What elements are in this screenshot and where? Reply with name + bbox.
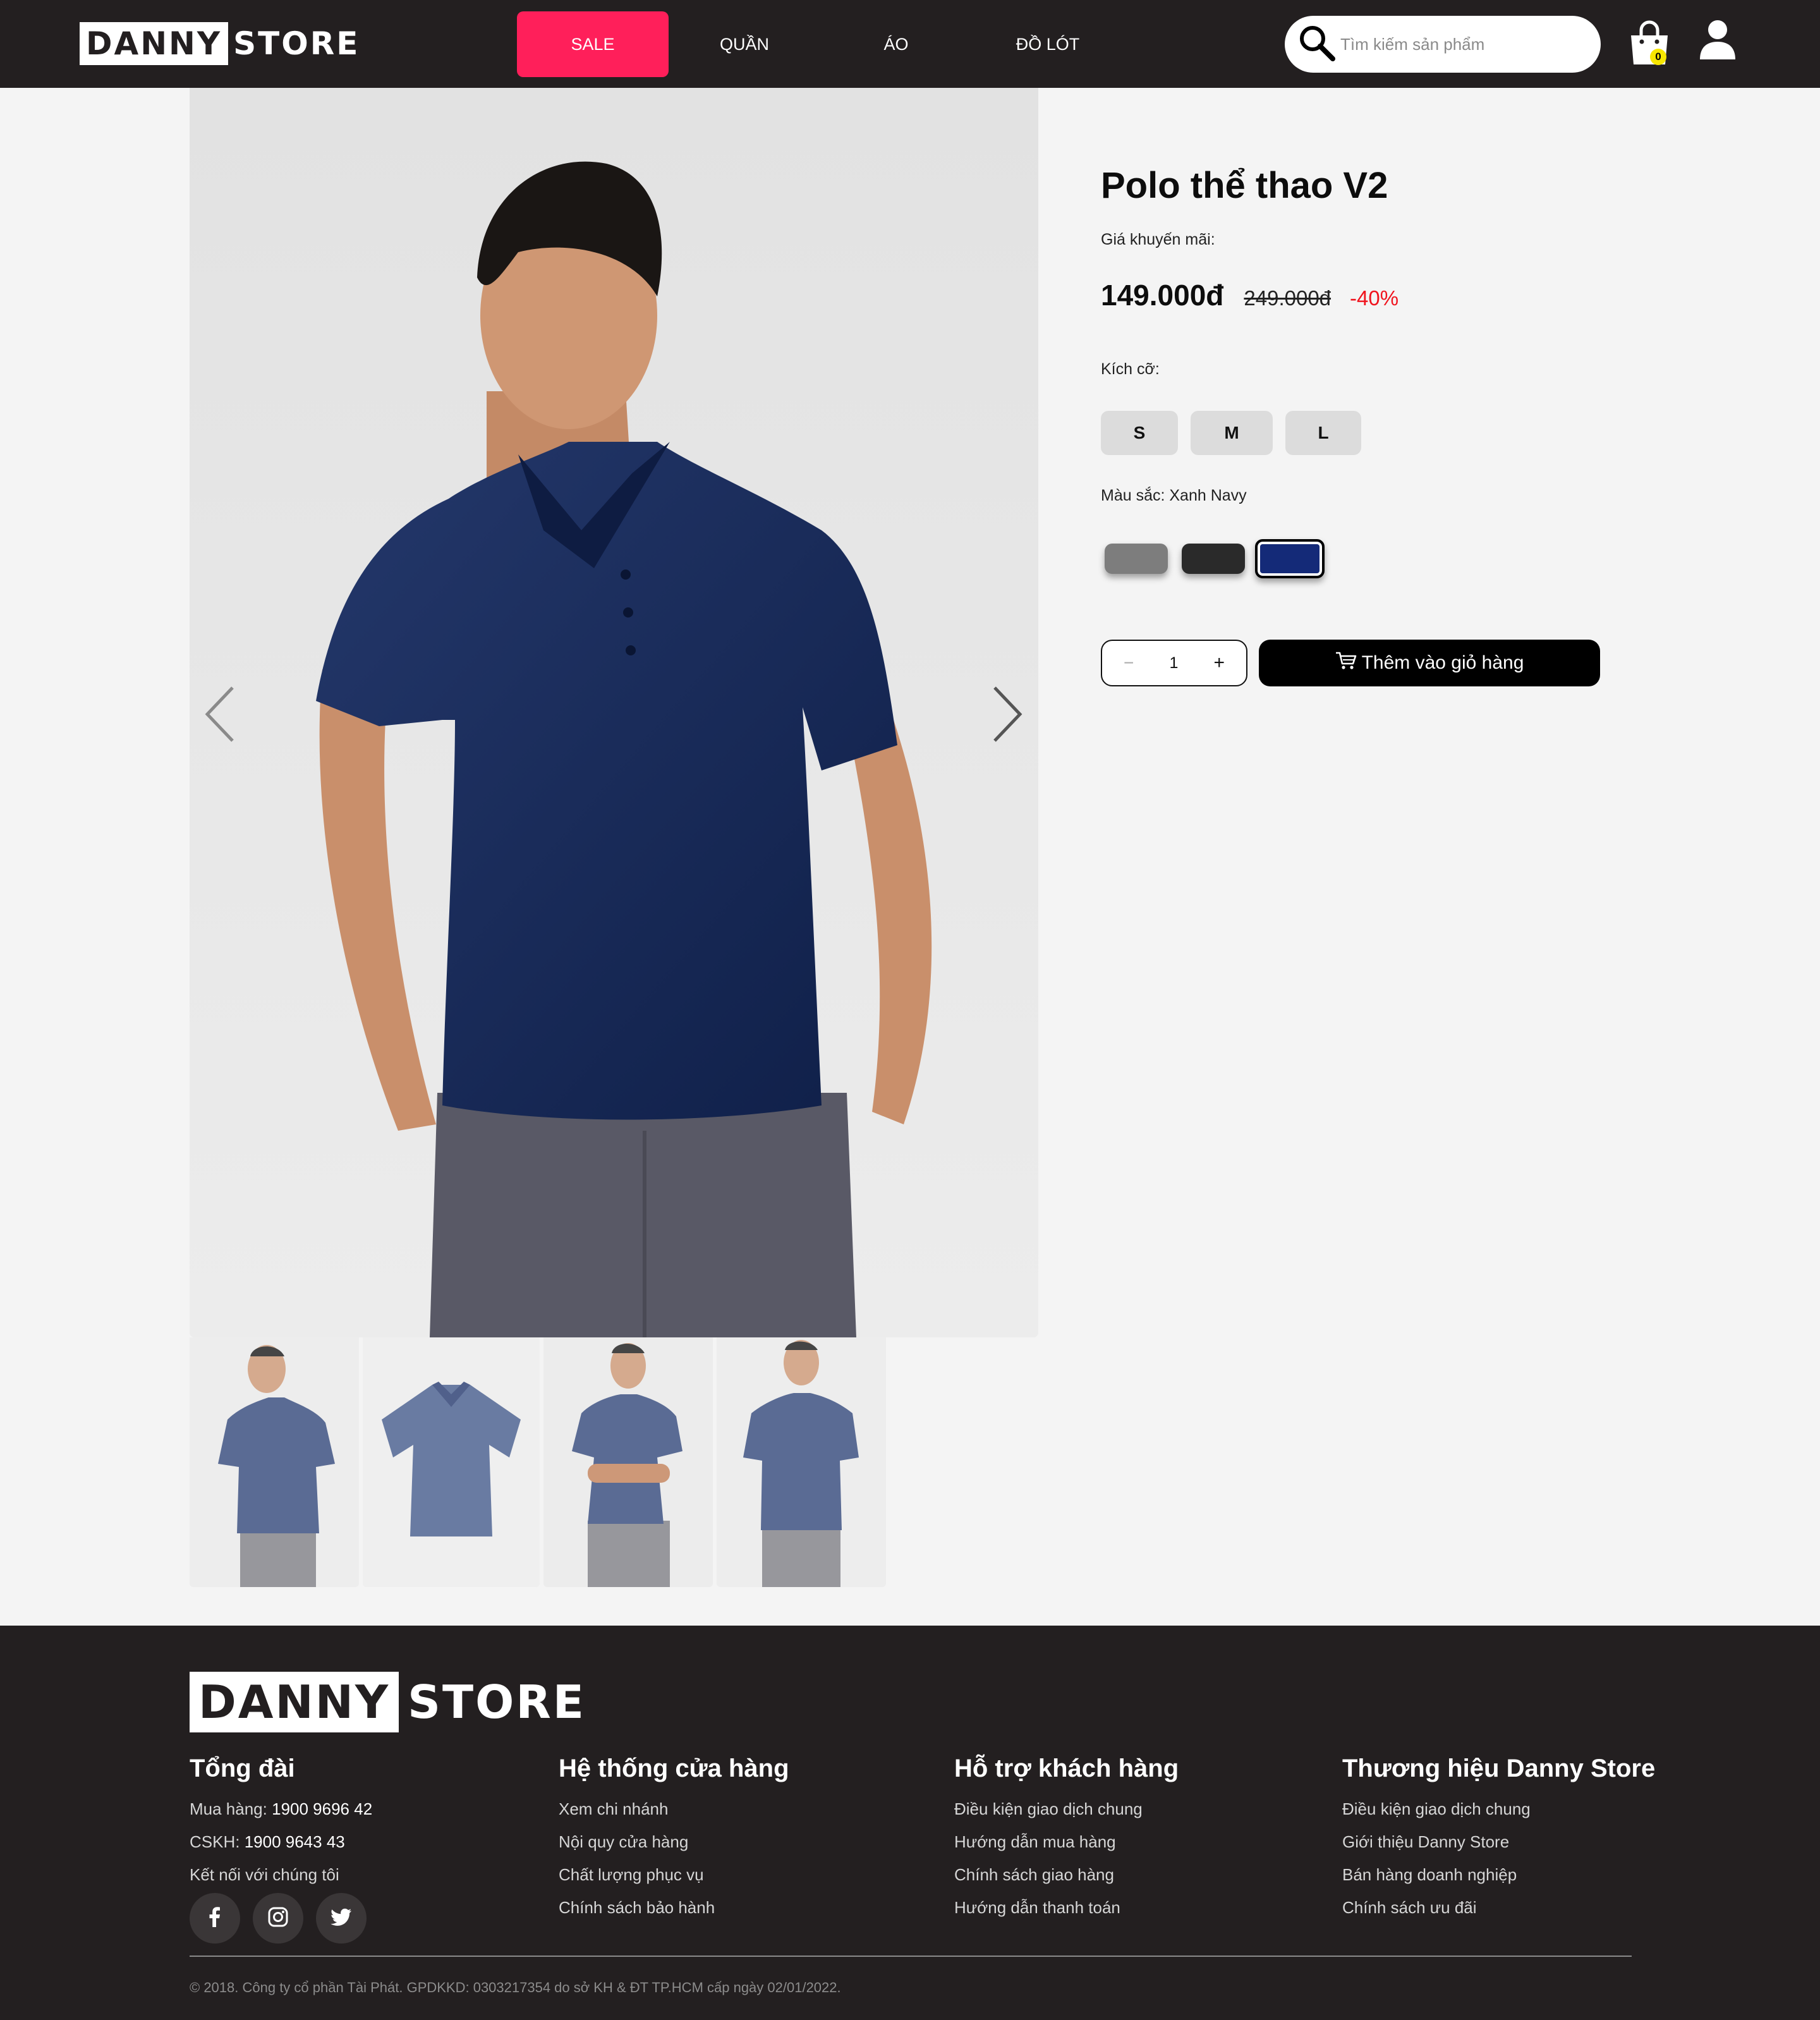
footer-link[interactable]: Điều kiện giao dịch chung — [954, 1798, 1179, 1831]
footer-connect-label: Kết nối với chúng tôi — [190, 1865, 339, 1884]
thumbnail-1[interactable] — [190, 1337, 359, 1587]
footer-divider — [190, 1956, 1632, 1957]
instagram-button[interactable] — [253, 1893, 303, 1944]
size-label: Kích cỡ: — [1101, 360, 1160, 378]
site-header: DANNY STORE SALE QUẦN ÁO ĐỒ LÓT 0 — [0, 0, 1820, 88]
logo-rest-text: STORE — [233, 25, 360, 62]
chevron-left-icon — [201, 686, 239, 748]
footer-link[interactable]: Chính sách giao hàng — [954, 1864, 1179, 1897]
footer-stores-column: Hệ thống cửa hàng Xem chi nhánh Nội quy … — [559, 1755, 789, 1930]
footer-buy-line: Mua hàng: 1900 9696 42 — [190, 1798, 379, 1831]
footer-hotline-column: Tổng đài Mua hàng: 1900 9696 42 CSKH: 19… — [190, 1755, 379, 1944]
footer-care-label: CSKH: — [190, 1832, 240, 1851]
twitter-icon — [330, 1906, 353, 1932]
size-options: S M L — [1101, 411, 1374, 455]
nav-item-ao[interactable]: ÁO — [820, 11, 972, 77]
gallery-prev-button[interactable] — [201, 683, 239, 746]
product-main-image — [190, 88, 1038, 1337]
quantity-decrease-button[interactable]: − — [1124, 653, 1134, 673]
footer-hotline-title: Tổng đài — [190, 1755, 295, 1782]
footer-link[interactable]: Chính sách bảo hành — [559, 1897, 789, 1930]
quantity-stepper: − 1 + — [1101, 640, 1247, 686]
add-to-cart-button[interactable]: Thêm vào giỏ hàng — [1259, 640, 1600, 686]
quantity-value[interactable]: 1 — [1169, 654, 1178, 672]
product-photo — [190, 88, 1038, 1337]
footer-link[interactable]: Giới thiệu Danny Store — [1342, 1831, 1655, 1864]
social-links — [190, 1893, 379, 1944]
size-option-l[interactable]: L — [1285, 411, 1361, 455]
user-icon — [1699, 20, 1737, 63]
footer-buy-number[interactable]: 1900 9696 42 — [272, 1799, 372, 1818]
color-label: Màu sắc: Xanh Navy — [1101, 487, 1247, 504]
footer-support-title: Hỗ trợ khách hàng — [954, 1755, 1179, 1782]
thumbnail-strip — [190, 1337, 886, 1587]
nav-item-sale[interactable]: SALE — [517, 11, 669, 77]
add-to-cart-label: Thêm vào giỏ hàng — [1361, 652, 1524, 673]
footer-brand-title: Thương hiệu Danny Store — [1342, 1755, 1656, 1782]
footer-link[interactable]: Hướng dẫn mua hàng — [954, 1831, 1179, 1864]
nav-item-quan[interactable]: QUẦN — [669, 11, 820, 77]
twitter-button[interactable] — [316, 1893, 367, 1944]
footer-care-number[interactable]: 1900 9643 43 — [245, 1832, 345, 1851]
account-button[interactable] — [1699, 19, 1737, 61]
promo-price-label: Giá khuyến mãi: — [1101, 231, 1215, 248]
cart-count-badge: 0 — [1650, 49, 1666, 65]
footer-link[interactable]: Bán hàng doanh nghiệp — [1342, 1864, 1655, 1897]
search-box — [1285, 16, 1601, 73]
site-footer: DANNY STORE Tổng đài Mua hàng: 1900 9696… — [0, 1626, 1820, 2020]
footer-link[interactable]: Hướng dẫn thanh toán — [954, 1897, 1179, 1930]
color-swatch-navy[interactable] — [1255, 539, 1325, 578]
size-option-s[interactable]: S — [1101, 411, 1178, 455]
price-row: 149.000đ 249.000đ -40% — [1101, 278, 1398, 312]
quantity-increase-button[interactable]: + — [1213, 652, 1225, 674]
footer-link[interactable]: Điều kiện giao dịch chung — [1342, 1798, 1655, 1831]
color-options — [1105, 539, 1338, 578]
footer-link[interactable]: Nội quy cửa hàng — [559, 1831, 789, 1864]
footer-support-column: Hỗ trợ khách hàng Điều kiện giao dịch ch… — [954, 1755, 1179, 1930]
footer-stores-title: Hệ thống cửa hàng — [559, 1755, 789, 1782]
footer-link[interactable]: Chất lượng phục vụ — [559, 1864, 789, 1897]
color-swatch-black[interactable] — [1182, 544, 1245, 574]
cart-icon — [1335, 651, 1362, 675]
footer-logo[interactable]: DANNY STORE — [190, 1672, 586, 1732]
sale-price: 149.000đ — [1101, 279, 1224, 312]
cart-button[interactable]: 0 — [1627, 20, 1671, 68]
main-nav: SALE QUẦN ÁO ĐỒ LÓT — [517, 11, 1124, 77]
copyright-text: © 2018. Công ty cổ phần Tài Phát. GPDKKD… — [190, 1980, 841, 1995]
site-logo[interactable]: DANNY STORE — [80, 22, 360, 65]
product-title: Polo thể thao V2 — [1101, 165, 1388, 206]
footer-logo-box-text: DANNY — [190, 1672, 399, 1732]
color-swatch-gray[interactable] — [1105, 544, 1168, 574]
footer-logo-rest-text: STORE — [408, 1676, 586, 1729]
thumbnail-2[interactable] — [363, 1337, 540, 1587]
footer-link[interactable]: Xem chi nhánh — [559, 1798, 789, 1831]
instagram-icon — [267, 1906, 289, 1932]
footer-brand-column: Thương hiệu Danny Store Điều kiện giao d… — [1342, 1755, 1655, 1930]
footer-link[interactable]: Chính sách ưu đãi — [1342, 1897, 1655, 1930]
chevron-right-icon — [988, 686, 1026, 748]
footer-buy-label: Mua hàng: — [190, 1799, 267, 1818]
facebook-button[interactable] — [190, 1893, 240, 1944]
facebook-icon — [203, 1906, 226, 1932]
thumbnail-4[interactable] — [717, 1337, 886, 1587]
footer-care-line: CSKH: 1900 9643 43 — [190, 1831, 379, 1864]
nav-item-do-lot[interactable]: ĐỒ LÓT — [972, 11, 1124, 77]
original-price: 249.000đ — [1244, 286, 1332, 310]
gallery-next-button[interactable] — [988, 683, 1026, 746]
search-input[interactable] — [1340, 34, 1593, 54]
discount-badge: -40% — [1350, 286, 1399, 310]
size-option-m[interactable]: M — [1191, 411, 1273, 455]
thumbnail-3[interactable] — [543, 1337, 713, 1587]
logo-box-text: DANNY — [80, 22, 229, 65]
search-icon[interactable] — [1297, 23, 1337, 66]
